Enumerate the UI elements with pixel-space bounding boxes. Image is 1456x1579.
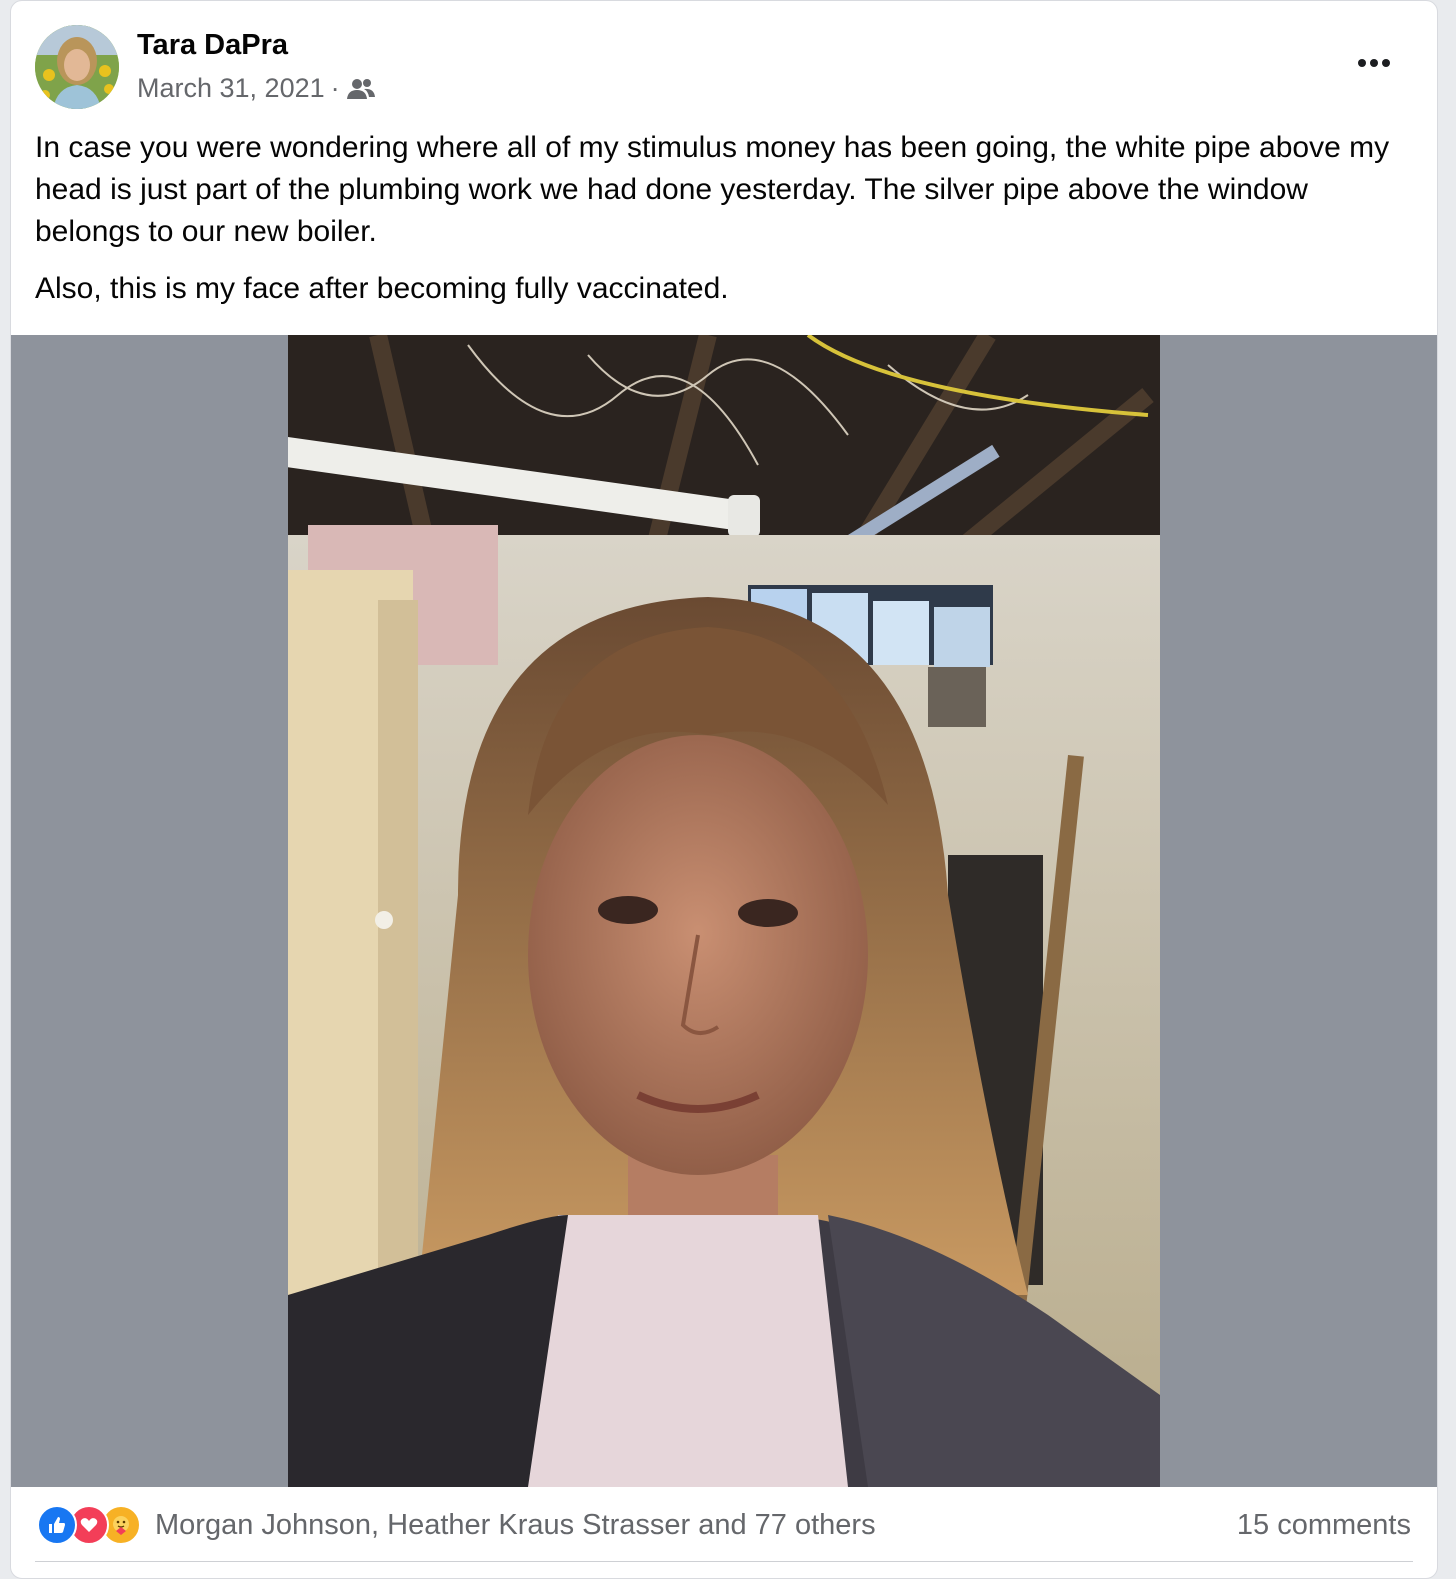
post-paragraph-2: Also, this is my face after becoming ful…: [35, 272, 729, 305]
post-paragraph-1: In case you were wondering where all of …: [35, 131, 1390, 248]
post-text: In case you were wondering where all of …: [35, 127, 1415, 325]
comments-count[interactable]: 15 comments: [1237, 1509, 1411, 1542]
author-avatar[interactable]: [35, 25, 119, 109]
friends-icon[interactable]: [346, 77, 376, 101]
selfie-photo: [288, 335, 1160, 1487]
post-card: Tara DaPra March 31, 2021 · In case you …: [10, 0, 1438, 1579]
like-reaction-icon: [37, 1505, 77, 1545]
more-options-icon[interactable]: [1349, 43, 1399, 83]
meta-separator: ·: [330, 73, 340, 103]
post-header: Tara DaPra March 31, 2021 ·: [11, 1, 1437, 121]
footer-divider: [35, 1561, 1413, 1562]
post-photo-area[interactable]: [11, 335, 1437, 1487]
reactions-names[interactable]: Morgan Johnson, Heather Kraus Strasser a…: [155, 1509, 876, 1542]
post-date[interactable]: March 31, 2021: [137, 73, 325, 104]
post-footer: Morgan Johnson, Heather Kraus Strasser a…: [11, 1489, 1437, 1578]
author-name[interactable]: Tara DaPra: [137, 29, 288, 62]
reactions-summary[interactable]: Morgan Johnson, Heather Kraus Strasser a…: [37, 1505, 876, 1545]
post-photo[interactable]: [288, 335, 1160, 1487]
avatar-image: [35, 25, 119, 109]
post-meta: March 31, 2021 ·: [137, 73, 376, 104]
